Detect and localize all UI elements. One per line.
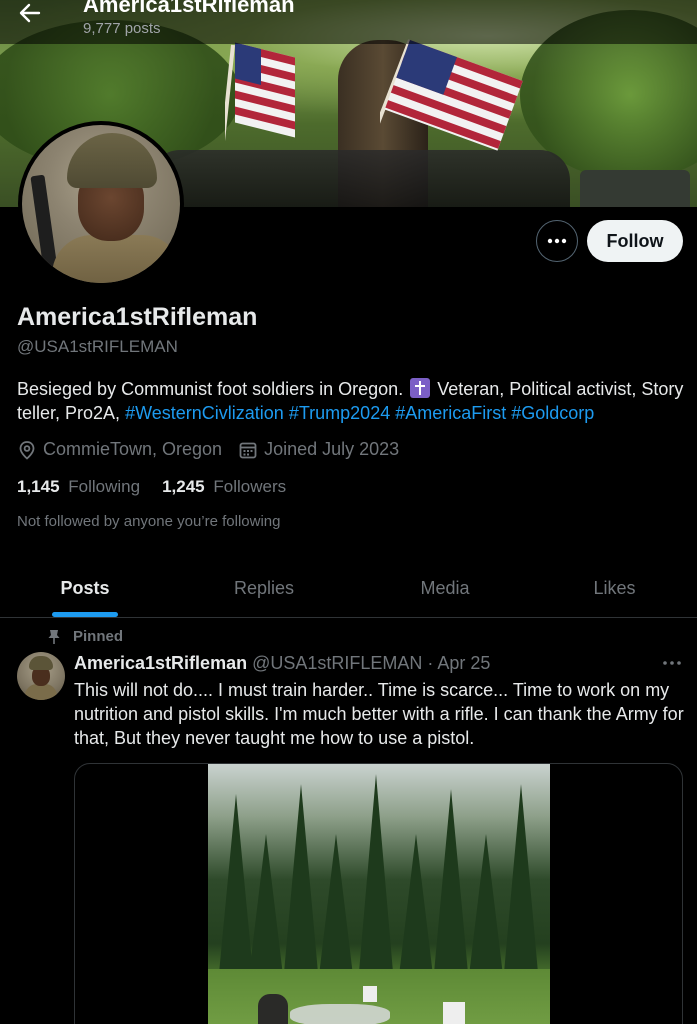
location: CommieTown, Oregon [17, 439, 222, 460]
followers-stat[interactable]: 1,245 Followers [162, 477, 286, 497]
back-arrow-icon [19, 3, 41, 23]
tab-media[interactable]: Media [358, 560, 532, 617]
pinned-label: Pinned [47, 628, 123, 645]
followers-label: Followers [213, 477, 287, 496]
profile-stats: 1,145 Following 1,245 Followers [17, 477, 308, 497]
tweet-more-icon [663, 661, 681, 665]
profile-handle: @USA1stRIFLEMAN [17, 337, 178, 356]
profile-tabs: Posts Replies Media Likes [0, 560, 697, 618]
tweet-date[interactable]: · Apr 25 [427, 653, 490, 674]
tweet-avatar[interactable] [17, 652, 65, 700]
tweet-author-handle[interactable]: @USA1stRIFLEMAN [252, 653, 422, 674]
topbar-name: America1stRifleman [83, 0, 295, 17]
media-target [363, 986, 377, 1002]
tweet-media[interactable] [74, 763, 683, 1024]
followers-count: 1,245 [162, 477, 205, 496]
topbar-posts-count: 9,777 posts [83, 20, 161, 37]
cross-emoji-icon [410, 378, 431, 398]
flag-right-icon [380, 39, 523, 151]
tab-posts[interactable]: Posts [0, 560, 170, 617]
flag-left-icon [225, 42, 295, 142]
pinned-text: Pinned [73, 628, 124, 645]
joined-text: Joined July 2023 [264, 439, 400, 459]
following-count: 1,145 [17, 477, 60, 496]
profile-bio: Besieged by Communist foot soldiers in O… [17, 377, 687, 425]
back-button[interactable] [14, 0, 46, 26]
joined-date: Joined July 2023 [238, 439, 399, 460]
media-tarp [290, 1004, 390, 1024]
hashtag-link[interactable]: #AmericaFirst [395, 403, 506, 423]
more-options-button[interactable] [536, 220, 578, 262]
avatar-helmet [67, 133, 157, 188]
location-pin-icon [19, 440, 35, 460]
tab-likes[interactable]: Likes [532, 560, 697, 617]
more-dots-icon [547, 238, 567, 244]
hashtag-link[interactable]: #Trump2024 [289, 403, 390, 423]
banner-truck [580, 170, 690, 207]
hashtag-link[interactable]: #Goldcorp [511, 403, 594, 423]
location-text: CommieTown, Oregon [43, 439, 223, 459]
display-name: America1stRifleman [17, 303, 258, 331]
profile-meta: CommieTown, Oregon Joined July 2023 [17, 439, 415, 460]
bio-text: Besieged by Communist foot soldiers in O… [17, 379, 404, 399]
not-followed-note: Not followed by anyone you’re following [17, 513, 281, 530]
tweet-media-image[interactable] [208, 764, 550, 1024]
tweet-author-name[interactable]: America1stRifleman [74, 653, 247, 674]
pin-icon [48, 629, 60, 644]
media-shooter [258, 994, 288, 1024]
hashtag-link[interactable]: #WesternCivlization [125, 403, 284, 423]
tweet-header: America1stRifleman @USA1stRIFLEMAN · Apr… [74, 653, 490, 674]
following-label: Following [68, 477, 141, 496]
active-tab-indicator [52, 612, 118, 617]
tab-replies[interactable]: Replies [170, 560, 358, 617]
calendar-icon [239, 442, 257, 458]
avatar-vest [52, 235, 180, 283]
following-stat[interactable]: 1,145 Following [17, 477, 140, 497]
profile-avatar[interactable] [18, 121, 184, 287]
top-bar: America1stRifleman 9,777 posts [0, 0, 697, 44]
tweet-text: This will not do.... I must train harder… [74, 680, 684, 748]
tweet-more-button[interactable] [660, 652, 684, 674]
media-target [443, 1002, 465, 1024]
follow-button[interactable]: Follow [587, 220, 683, 262]
